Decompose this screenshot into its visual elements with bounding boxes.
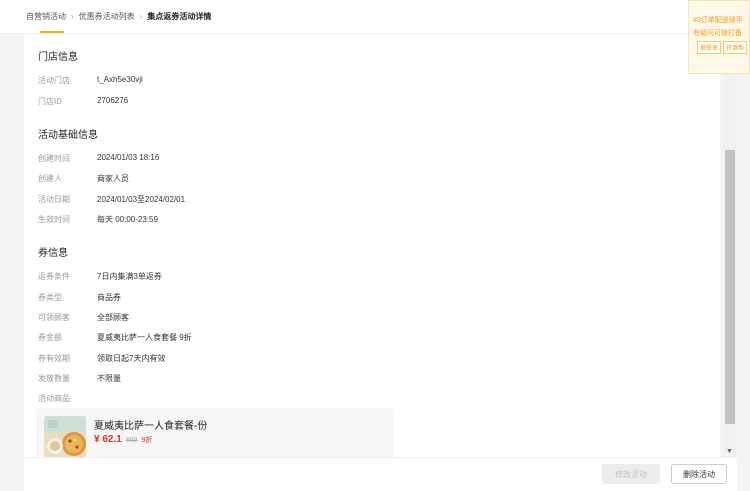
chevron-right-icon: ›	[139, 12, 143, 21]
eligible-customer-row: 可领顾客 全部顾客	[38, 312, 129, 323]
row-label: 活动日期	[38, 195, 70, 204]
row-label: 活动商品	[38, 394, 70, 403]
breadcrumb: 自营销活动 › 优惠券活动列表 › 集点返券活动详情	[26, 11, 211, 22]
create-time-row: 创建时间 2024/01/03 18:16	[38, 153, 159, 164]
basic-section-title: 活动基础信息	[38, 130, 98, 141]
chevron-right-icon: ›	[71, 12, 74, 21]
detail-panel: 门店信息 活动门店 t_Axh5e30vji 门店ID 2706276 活动基础…	[24, 34, 720, 457]
row-value: 7日内集满3单返券	[97, 272, 162, 281]
creator-row: 创建人 商家人员	[38, 173, 129, 184]
store-section-title: 门店信息	[38, 52, 78, 63]
notice-text: #3订单配送骑手	[693, 17, 743, 24]
row-label: 券有效期	[38, 354, 70, 363]
row-value: 夏威夷比萨一人食套餐 9折	[97, 333, 192, 342]
row-value: 2024/01/03 18:16	[97, 153, 160, 162]
notice-tags: 摘餐使 获酒帮 利	[697, 41, 749, 54]
edit-activity-button[interactable]: 修改活动	[602, 464, 660, 484]
scrollbar-thumb[interactable]	[725, 150, 735, 424]
pizza-image	[44, 416, 86, 457]
row-value: 不限量	[97, 374, 121, 383]
effective-time-row: 生效时间 每天 00:00-23:59	[38, 214, 158, 225]
row-label: 发放数量	[38, 374, 70, 383]
product-card: 夏威夷比萨一人食套餐-份 ¥ 62.1 ¥69 9折	[36, 408, 394, 457]
breadcrumb-marketing[interactable]: 自营销活动	[26, 11, 66, 22]
page-scrollbar[interactable]: ▲ ▼	[723, 34, 737, 457]
top-bar: 自营销活动 › 优惠券活动列表 › 集点返券活动详情	[0, 0, 750, 34]
product-price: ¥ 62.1	[94, 434, 122, 445]
row-label: 创建时间	[38, 154, 70, 163]
notice-tag[interactable]: 获酒帮	[723, 41, 748, 54]
coupon-type-row: 券类型 商品券	[38, 292, 121, 303]
row-label: 门店ID	[38, 97, 62, 106]
store-id-row: 门店ID 2706276	[38, 96, 128, 107]
breadcrumb-current: 集点返券活动详情	[147, 12, 212, 21]
coupon-section-title: 券信息	[38, 248, 68, 259]
tab-indicator	[40, 31, 64, 33]
action-bar: 修改活动 删除活动	[24, 457, 737, 491]
notice-tag[interactable]: 摘餐使	[697, 41, 722, 54]
coupon-validity-row: 券有效期 领取日起7天内有效	[38, 353, 165, 364]
row-value: 2024/01/03至2024/02/01	[97, 195, 186, 204]
row-value: 全部顾客	[97, 313, 129, 322]
row-value: t_Axh5e30vji	[97, 75, 143, 84]
row-label: 券类型	[38, 293, 62, 302]
row-value: 商品券	[97, 293, 121, 302]
row-label: 生效时间	[38, 215, 70, 224]
row-value: 商家人员	[97, 174, 129, 183]
issue-quantity-row: 发放数量 不限量	[38, 373, 121, 384]
breadcrumb-coupon-list[interactable]: 优惠券活动列表	[79, 11, 135, 22]
row-value: 每天 00:00-23:59	[97, 215, 158, 224]
return-condition-row: 返券条件 7日内集满3单返券	[38, 271, 162, 282]
delete-activity-button[interactable]: 删除活动	[671, 464, 727, 484]
row-label: 创建人	[38, 174, 62, 183]
row-label: 活动门店	[38, 76, 70, 85]
order-notification[interactable]: #3订单配送骑手 有疑问可拨打备 摘餐使 获酒帮 利	[688, 0, 750, 74]
coupon-amount-row: 券金额 夏威夷比萨一人食套餐 9折	[38, 332, 192, 343]
product-original-price: ¥69	[125, 437, 138, 444]
row-value: 领取日起7天内有效	[97, 354, 166, 363]
row-value: 2706276	[97, 96, 129, 105]
store-row: 活动门店 t_Axh5e30vji	[38, 75, 143, 86]
activity-date-row: 活动日期 2024/01/03至2024/02/01	[38, 194, 185, 205]
row-label: 券金额	[38, 333, 62, 342]
row-label: 可领顾客	[38, 313, 70, 322]
activity-product-row: 活动商品	[38, 393, 97, 404]
product-name: 夏威夷比萨一人食套餐-份	[94, 421, 208, 432]
scroll-down-icon[interactable]: ▼	[726, 448, 733, 455]
row-label: 返券条件	[38, 272, 70, 281]
notice-text: 有疑问可拨打备	[693, 30, 742, 37]
product-discount: 9折	[141, 437, 153, 444]
product-price-row: ¥ 62.1 ¥69 9折	[94, 434, 152, 445]
